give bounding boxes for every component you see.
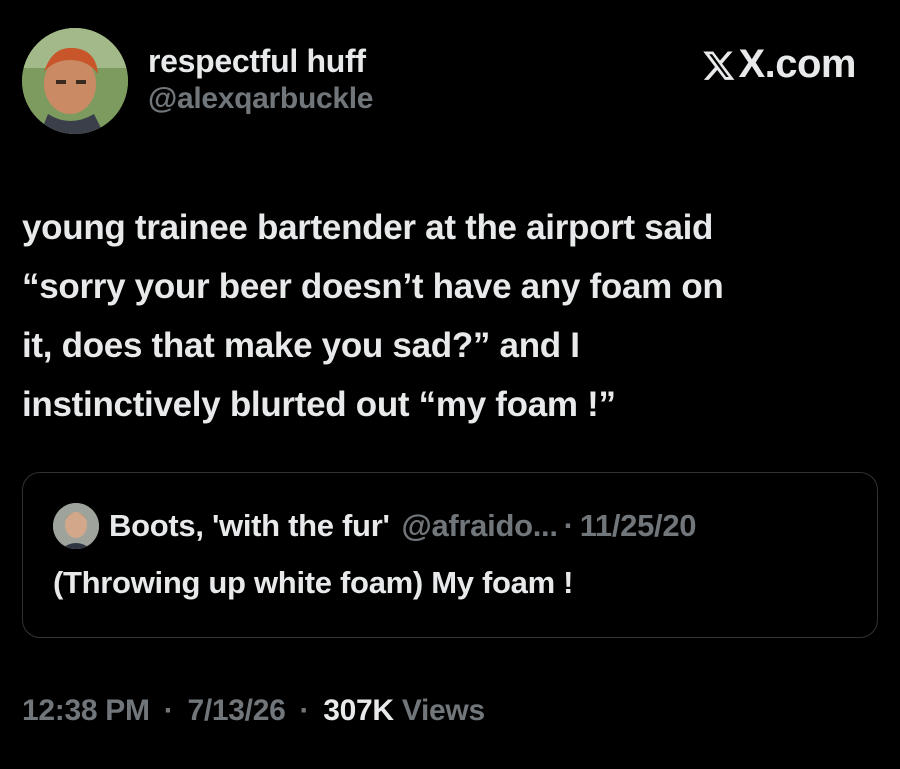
tweet-text: young trainee bartender at the airport s…	[22, 198, 882, 434]
quoted-tweet-text: (Throwing up white foam) My foam !	[53, 565, 574, 600]
x-logo-icon	[703, 51, 735, 80]
brand-label: X.com	[738, 42, 856, 86]
tweet-text-line: young trainee bartender at the airport s…	[22, 208, 714, 247]
author-display-name[interactable]: respectful huff	[148, 42, 373, 80]
meta-separator: ·	[299, 694, 310, 727]
quoted-separator: ·	[563, 508, 574, 543]
profile-photo-icon	[22, 28, 128, 134]
quoted-author-display-name[interactable]: Boots, 'with the fur'	[109, 508, 390, 544]
tweet-date[interactable]: 7/13/26	[187, 694, 285, 727]
quoted-author-handle[interactable]: @afraido...	[402, 508, 558, 544]
tweet-text-line: “sorry your beer doesn’t have any foam o…	[22, 267, 724, 306]
author-handle[interactable]: @alexqarbuckle	[148, 80, 373, 118]
author-names: respectful huff @alexqarbuckle	[148, 42, 373, 118]
meta-separator: ·	[163, 694, 174, 727]
quoted-profile-photo-icon	[53, 503, 99, 549]
tweet-text-line: it, does that make you sad?” and I	[22, 326, 580, 365]
views-label: Views	[401, 694, 485, 727]
tweet-header: respectful huff @alexqarbuckle X.com	[22, 28, 878, 138]
quoted-tweet-date[interactable]: 11/25/20	[580, 508, 697, 544]
views-count: 307K	[323, 694, 394, 727]
brand-logo: X.com	[702, 42, 856, 87]
author-avatar[interactable]	[22, 28, 128, 134]
tweet-text-line: instinctively blurted out “my foam !”	[22, 385, 616, 424]
quoted-tweet-card[interactable]: Boots, 'with the fur' @afraido... · 11/2…	[22, 472, 878, 638]
tweet-metadata: 12:38 PM · 7/13/26 · 307K Views	[22, 694, 485, 728]
quoted-tweet-header: Boots, 'with the fur' @afraido... · 11/2…	[53, 503, 697, 549]
tweet-time[interactable]: 12:38 PM	[22, 694, 150, 727]
quoted-author-avatar[interactable]	[53, 503, 99, 549]
